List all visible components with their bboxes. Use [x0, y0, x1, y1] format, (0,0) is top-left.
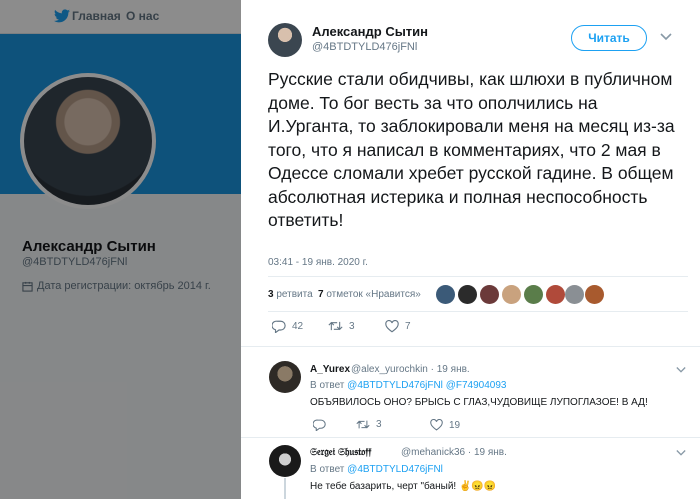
reply-meta: @mehanick36 · 19 янв.	[401, 447, 507, 458]
retweet-count: 3	[376, 419, 382, 430]
mention-link[interactable]: @4BTDTYLD476jFNl	[347, 380, 443, 391]
tweet-text: Русские стали обидчивы, как шлюхи в публ…	[268, 69, 675, 230]
reply-author-handle[interactable]: @alex_yurochkin	[351, 364, 428, 375]
reply-author-name[interactable]: A_Yurex	[310, 364, 350, 375]
author-name[interactable]: Александр Сытин	[312, 24, 428, 39]
liker-avatar[interactable]	[565, 285, 584, 304]
likes-stat[interactable]: 7 отметок «Нравится»	[318, 289, 421, 300]
reply-date[interactable]: 19 янв.	[437, 364, 470, 375]
reply-text: ОБЪЯВИЛОСЬ ОНО? БРЫСЬ С ГЛАЗ,ЧУДОВИЩЕ ЛУ…	[310, 397, 648, 408]
retweet-icon	[328, 321, 343, 331]
likes-label: отметок «Нравится»	[326, 289, 421, 300]
liker-avatar[interactable]	[524, 285, 543, 304]
reply-count: 42	[292, 321, 304, 332]
liker-avatar[interactable]	[480, 285, 499, 304]
liker-avatar[interactable]	[436, 285, 455, 304]
mention-link[interactable]: @4BTDTYLD476jFNl	[347, 464, 443, 475]
divider	[241, 346, 700, 347]
retweets-stat[interactable]: 3 ретвита	[268, 289, 313, 300]
reply-prefix: В ответ	[310, 464, 345, 475]
liker-avatar[interactable]	[585, 285, 604, 304]
divider	[241, 437, 700, 438]
thread-line	[284, 478, 286, 499]
reply-context: В ответ @4BTDTYLD476jFNl	[310, 464, 443, 475]
chevron-down-icon[interactable]	[676, 366, 686, 374]
reply-icon	[313, 419, 326, 431]
reply-avatar[interactable]	[269, 445, 301, 477]
reply-text: Не тебе базарить, черт "баный! ✌️😠😠	[310, 481, 497, 492]
mention-link[interactable]: @F74904093	[446, 380, 507, 391]
liker-avatar[interactable]	[458, 285, 477, 304]
reply-date[interactable]: 19 янв.	[474, 447, 507, 458]
liker-avatar[interactable]	[502, 285, 521, 304]
retweet-button[interactable]: 3	[356, 419, 382, 430]
retweets-count: 3	[268, 289, 274, 300]
like-button[interactable]: 7	[385, 320, 411, 333]
author-handle[interactable]: @4BTDTYLD476jFNl	[312, 41, 417, 53]
reply-icon	[272, 320, 286, 333]
retweet-count: 3	[349, 320, 355, 332]
divider	[268, 276, 688, 277]
like-count: 19	[449, 419, 461, 431]
tweet-timestamp[interactable]: 03:41 - 19 янв. 2020 г.	[268, 257, 368, 268]
reply-avatar[interactable]	[269, 361, 301, 393]
reply-button[interactable]	[313, 419, 332, 431]
retweet-icon	[356, 420, 370, 429]
like-button[interactable]: 19	[430, 419, 460, 431]
retweet-button[interactable]: 3	[328, 320, 355, 332]
reply-prefix: В ответ	[310, 380, 345, 391]
heart-icon	[430, 419, 443, 431]
reply-author-handle[interactable]: @mehanick36	[401, 447, 465, 458]
reply-author-name[interactable]: 𝔖𝔢𝔯𝔤𝔢𝔦 𝔖𝔥𝔲𝔰𝔱𝔬𝔣𝔣	[310, 447, 371, 458]
follow-button[interactable]: Читать	[571, 25, 647, 51]
like-count: 7	[405, 321, 411, 332]
divider	[268, 311, 688, 312]
chevron-down-icon[interactable]	[676, 449, 686, 457]
reply-button[interactable]: 42	[272, 320, 303, 333]
author-avatar[interactable]	[268, 23, 302, 57]
reply-context: В ответ @4BTDTYLD476jFNl @F74904093	[310, 380, 506, 391]
liker-avatar[interactable]	[546, 285, 565, 304]
reply-meta: @alex_yurochkin · 19 янв.	[351, 364, 470, 375]
heart-icon	[385, 320, 399, 333]
retweets-label: ретвита	[276, 289, 313, 300]
likes-count: 7	[318, 289, 324, 300]
chevron-down-icon[interactable]	[660, 32, 672, 42]
